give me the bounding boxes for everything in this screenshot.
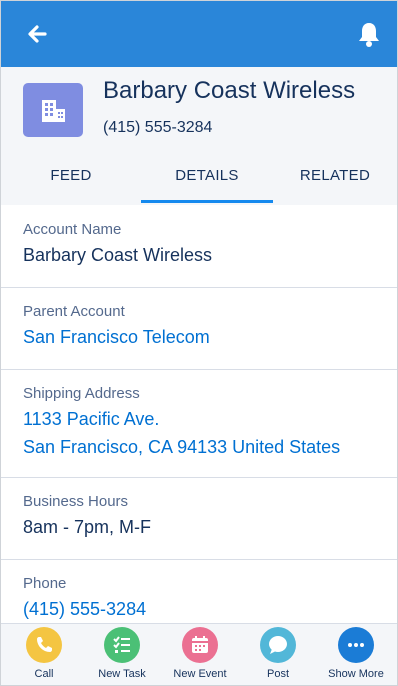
record-phone: (415) 555-3284 <box>103 119 213 136</box>
field-account-name: Account Name Barbary Coast Wireless <box>1 205 397 288</box>
field-shipping-address: Shipping Address 1133 Pacific Ave. San F… <box>1 369 397 478</box>
field-parent-account: Parent Account San Francisco Telecom <box>1 287 397 370</box>
calendar-icon <box>192 636 208 653</box>
action-label: Post <box>266 668 289 680</box>
field-label: Parent Account <box>23 303 125 320</box>
address-line-1-link[interactable]: 1133 Pacific Ave. <box>23 409 159 430</box>
show-more-button[interactable]: Show More <box>317 624 395 685</box>
tab-feed[interactable]: FEED <box>1 153 141 203</box>
field-label: Business Hours <box>23 493 129 510</box>
record-header: Barbary Coast Wireless (415) 555-3284 <box>1 67 397 153</box>
details-list[interactable]: Account Name Barbary Coast Wireless Pare… <box>1 205 397 625</box>
field-value: 8am - 7pm, M-F <box>23 517 152 537</box>
field-label: Account Name <box>23 221 122 238</box>
action-bar: Call New Task New Event Post Show More <box>1 623 397 685</box>
call-circle <box>26 627 62 663</box>
mobile-screen: Barbary Coast Wireless (415) 555-3284 FE… <box>0 0 398 686</box>
tab-related[interactable]: RELATED <box>273 153 397 203</box>
address-line-2-link[interactable]: San Francisco, CA 94133 United States <box>23 437 340 458</box>
post-circle <box>260 627 296 663</box>
field-business-hours: Business Hours 8am - 7pm, M-F <box>1 477 397 560</box>
phone-link[interactable]: (415) 555-3284 <box>23 599 146 620</box>
tab-details[interactable]: DETAILS <box>141 153 273 203</box>
arrow-left-icon <box>28 25 47 43</box>
checklist-icon <box>113 636 130 653</box>
show-more-circle <box>338 627 374 663</box>
bell-icon <box>359 23 379 47</box>
new-event-circle <box>182 627 218 663</box>
account-avatar <box>23 83 83 137</box>
more-icon <box>348 643 364 647</box>
new-task-circle <box>104 627 140 663</box>
action-label: Show More <box>328 668 384 680</box>
field-value: Barbary Coast Wireless <box>23 245 213 265</box>
chat-bubble-icon <box>269 636 287 654</box>
record-tabs: FEED DETAILS RELATED <box>1 153 397 206</box>
notifications-button[interactable] <box>355 19 383 49</box>
field-phone: Phone (415) 555-3284 <box>1 559 397 625</box>
field-label: Phone <box>23 575 67 592</box>
new-task-button[interactable]: New Task <box>83 624 161 685</box>
phone-icon <box>37 637 52 652</box>
back-button[interactable] <box>21 17 55 51</box>
action-label: New Event <box>173 668 227 680</box>
action-label: Call <box>34 668 54 680</box>
action-label: New Task <box>98 668 146 680</box>
record-title: Barbary Coast Wireless <box>103 77 356 104</box>
field-label: Shipping Address <box>23 385 140 402</box>
parent-account-link[interactable]: San Francisco Telecom <box>23 327 210 348</box>
top-nav-bar <box>1 1 397 67</box>
call-button[interactable]: Call <box>5 624 83 685</box>
new-event-button[interactable]: New Event <box>161 624 239 685</box>
post-button[interactable]: Post <box>239 624 317 685</box>
building-icon <box>42 100 65 122</box>
